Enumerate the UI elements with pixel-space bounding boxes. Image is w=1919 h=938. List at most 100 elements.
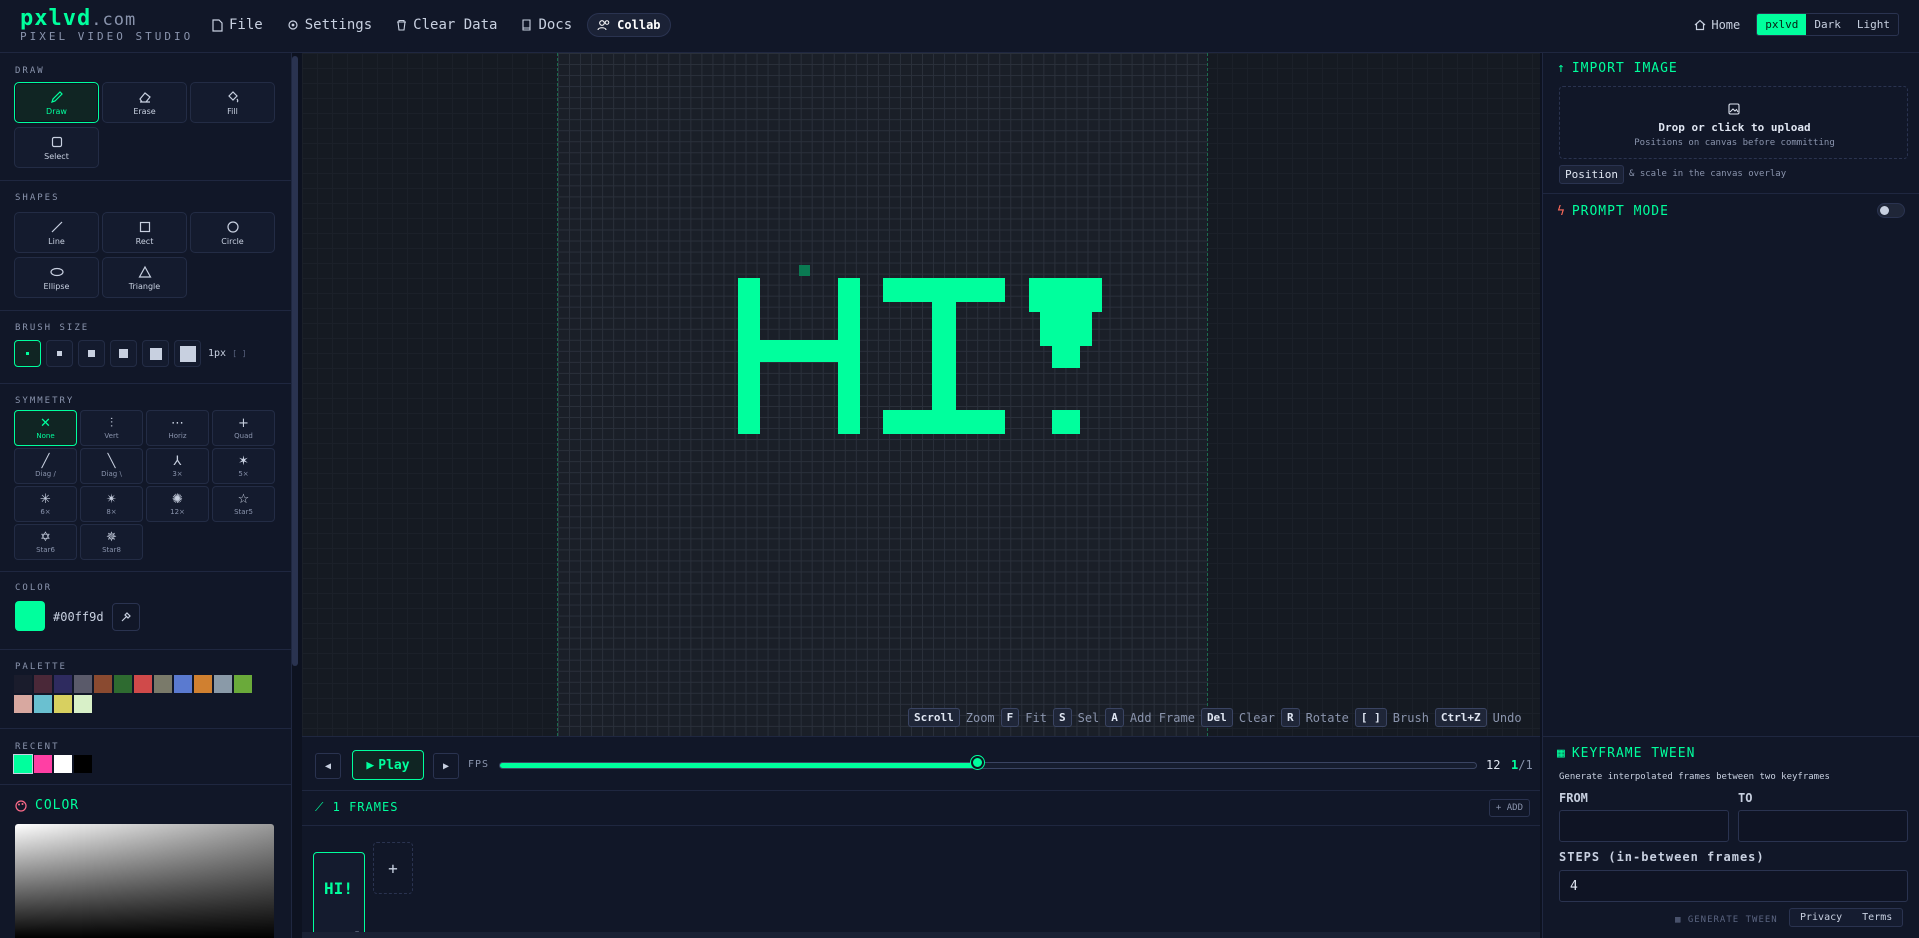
prompt-mode-header[interactable]: ϟ PROMPT MODE xyxy=(1557,204,1669,219)
fill-tool-button[interactable]: Fill xyxy=(190,82,275,123)
current-color-swatch[interactable] xyxy=(15,601,45,631)
symmetry-option[interactable]: ✶ 5× xyxy=(212,448,275,484)
symmetry-option[interactable]: ✵ Star8 xyxy=(80,524,143,560)
symmetry-option[interactable]: + Quad xyxy=(212,410,275,446)
play-button[interactable]: ▶ Play xyxy=(352,750,424,780)
frames-scrollbar[interactable] xyxy=(302,932,1540,938)
palette-swatch[interactable] xyxy=(234,675,252,693)
from-frame-select[interactable] xyxy=(1559,810,1729,842)
privacy-link[interactable]: Privacy xyxy=(1800,912,1842,923)
add-frame-tile[interactable]: + xyxy=(373,842,413,894)
palette-swatch[interactable] xyxy=(114,675,132,693)
symmetry-3x-icon: ⅄ xyxy=(173,453,182,469)
logo[interactable]: pxlvd.com PIXEL VIDEO STUDIO xyxy=(20,6,193,43)
pixel-canvas[interactable] xyxy=(557,53,1208,736)
brush-size-5[interactable] xyxy=(142,340,169,367)
theme-light-button[interactable]: Light xyxy=(1849,14,1898,35)
to-frame-select[interactable] xyxy=(1738,810,1908,842)
symmetry-option-label: Star8 xyxy=(102,545,121,554)
file-menu-button[interactable]: File xyxy=(203,13,272,37)
palette-section-title: PALETTE xyxy=(15,662,67,672)
shortcut-action: Add Frame xyxy=(1129,710,1195,725)
rect-shape-button[interactable]: Rect xyxy=(102,212,187,253)
palette-swatch[interactable] xyxy=(94,675,112,693)
eyedropper-button[interactable] xyxy=(112,603,140,631)
palette-swatch[interactable] xyxy=(214,675,232,693)
symmetry-option[interactable]: ✳ 6× xyxy=(14,486,77,522)
erase-tool-button[interactable]: Erase xyxy=(102,82,187,123)
sidebar-scrollbar-thumb[interactable] xyxy=(292,56,298,666)
select-tool-label: Select xyxy=(44,151,69,161)
next-frame-button[interactable]: ▶ xyxy=(433,753,459,779)
recent-color-swatch[interactable] xyxy=(74,755,92,773)
color-hex-value[interactable]: #00ff9d xyxy=(53,610,104,624)
docs-button[interactable]: Docs xyxy=(512,13,581,37)
palette-swatch[interactable] xyxy=(74,695,92,713)
image-dropzone[interactable]: Drop or click to upload Positions on can… xyxy=(1559,86,1908,159)
triangle-shape-button[interactable]: Triangle xyxy=(102,257,187,298)
pixel-block xyxy=(1029,278,1102,312)
palette-swatch[interactable] xyxy=(74,675,92,693)
palette-swatch[interactable] xyxy=(54,695,72,713)
palette-swatch[interactable] xyxy=(14,695,32,713)
symmetry-option-label: Diag \ xyxy=(101,469,122,478)
brush-size-4[interactable] xyxy=(110,340,137,367)
divider xyxy=(1543,193,1919,194)
brush-size-2[interactable] xyxy=(46,340,73,367)
color-picker-header[interactable]: COLOR xyxy=(15,798,79,813)
saturation-gradient[interactable] xyxy=(15,824,274,938)
position-button[interactable]: Position xyxy=(1559,165,1624,184)
theme-dark-button[interactable]: Dark xyxy=(1806,14,1849,35)
symmetry-option[interactable]: ☆ Star5 xyxy=(212,486,275,522)
symmetry-option[interactable]: ⅄ 3× xyxy=(146,448,209,484)
palette-swatch[interactable] xyxy=(34,675,52,693)
ellipse-shape-button[interactable]: Ellipse xyxy=(14,257,99,298)
generate-tween-button[interactable]: ▦ GENERATE TWEEN xyxy=(1675,915,1778,925)
palette-swatch[interactable] xyxy=(194,675,212,693)
recent-color-swatch[interactable] xyxy=(34,755,52,773)
frame-thumbnail[interactable]: HI! F1 ⧉ xyxy=(313,852,365,938)
terms-link[interactable]: Terms xyxy=(1862,912,1892,923)
clear-data-button[interactable]: Clear Data xyxy=(387,13,506,37)
home-icon xyxy=(1694,19,1706,30)
circle-shape-button[interactable]: Circle xyxy=(190,212,275,253)
symmetry-option[interactable]: ⫶ Vert xyxy=(80,410,143,446)
line-shape-button[interactable]: Line xyxy=(14,212,99,253)
footer-links: Privacy Terms xyxy=(1789,908,1904,927)
symmetry-option[interactable]: ✡ Star6 xyxy=(14,524,77,560)
symmetry-option[interactable]: ✕ None xyxy=(14,410,77,446)
select-tool-button[interactable]: Select xyxy=(14,127,99,168)
brush-size-3[interactable] xyxy=(78,340,105,367)
palette-swatch[interactable] xyxy=(14,675,32,693)
prompt-mode-toggle[interactable] xyxy=(1877,203,1905,218)
symmetry-option[interactable]: ⋯ Horiz xyxy=(146,410,209,446)
symmetry-option[interactable]: ✺ 12× xyxy=(146,486,209,522)
palette-swatch[interactable] xyxy=(134,675,152,693)
recent-color-swatch[interactable] xyxy=(13,754,33,774)
symmetry-option-label: Quad xyxy=(234,431,253,440)
symmetry-option[interactable]: ✴ 8× xyxy=(80,486,143,522)
prev-frame-button[interactable]: ◀ xyxy=(315,753,341,779)
brush-size-6[interactable] xyxy=(174,340,201,367)
palette-swatch[interactable] xyxy=(34,695,52,713)
palette-swatch[interactable] xyxy=(154,675,172,693)
palette-swatch[interactable] xyxy=(54,675,72,693)
shapes-section-title: SHAPES xyxy=(15,193,60,203)
line-shape-label: Line xyxy=(48,236,65,246)
symmetry-option[interactable]: ╱ Diag / xyxy=(14,448,77,484)
steps-input[interactable]: 4 xyxy=(1559,870,1908,902)
add-frame-button[interactable]: + ADD xyxy=(1488,799,1530,817)
symmetry-option[interactable]: ╲ Diag \ xyxy=(80,448,143,484)
brush-size-1[interactable] xyxy=(14,340,41,367)
fps-slider[interactable] xyxy=(499,762,1477,769)
home-button[interactable]: Home xyxy=(1694,18,1740,32)
symmetry-option-label: Diag / xyxy=(35,469,56,478)
draw-tool-button[interactable]: Draw xyxy=(14,82,99,123)
keyframe-tween-header[interactable]: ▦ KEYFRAME TWEEN xyxy=(1557,746,1695,761)
theme-pxlvd-button[interactable]: pxlvd xyxy=(1757,14,1807,35)
import-image-header[interactable]: ↑ IMPORT IMAGE xyxy=(1557,61,1678,76)
settings-button[interactable]: Settings xyxy=(278,13,381,37)
palette-swatch[interactable] xyxy=(174,675,192,693)
collab-button[interactable]: Collab xyxy=(587,13,671,37)
recent-color-swatch[interactable] xyxy=(54,755,72,773)
